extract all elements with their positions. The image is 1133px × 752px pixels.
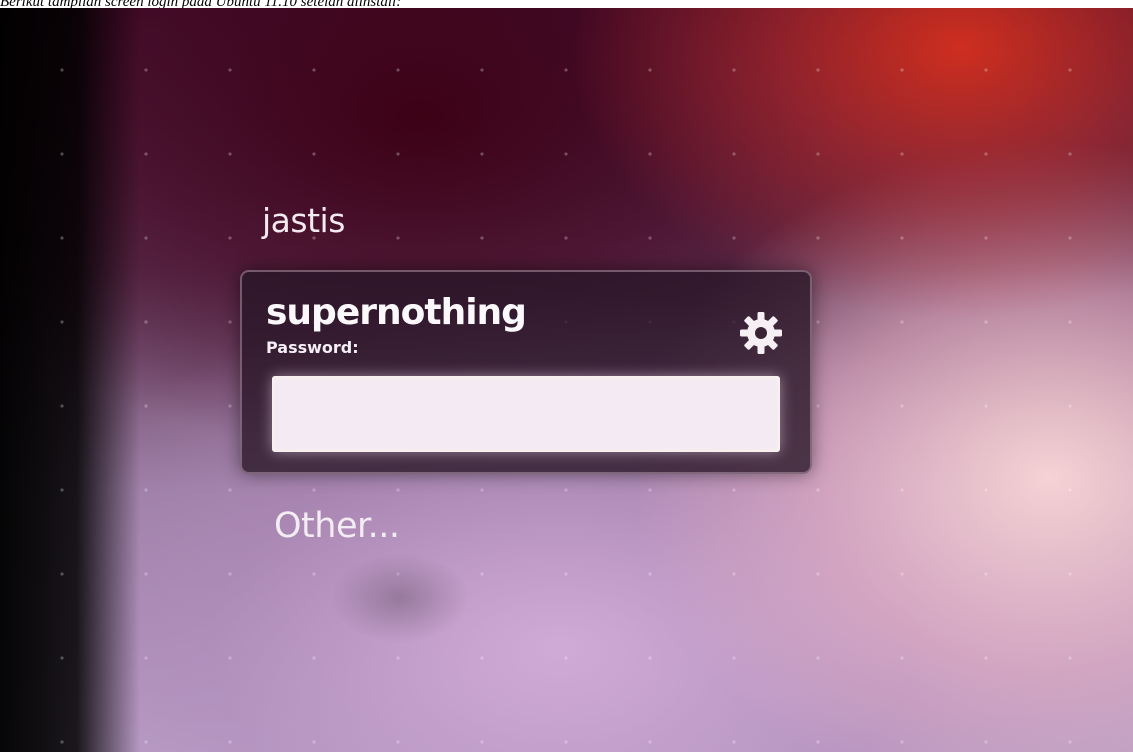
other-user-item[interactable]: Other... [274, 506, 400, 546]
page-caption: Berikut tampilan screen login pada Ubunt… [0, 0, 402, 8]
selected-username: supernothing [266, 292, 527, 333]
password-input[interactable] [272, 376, 780, 452]
login-screen: jastis supernothing Password: Other... [0, 8, 1133, 752]
screen-smudge [330, 553, 470, 643]
user-item-jastis[interactable]: jastis [262, 201, 345, 240]
gear-icon[interactable] [738, 310, 784, 356]
password-label: Password: [266, 338, 359, 357]
selected-user-login-box: supernothing Password: [240, 270, 812, 474]
